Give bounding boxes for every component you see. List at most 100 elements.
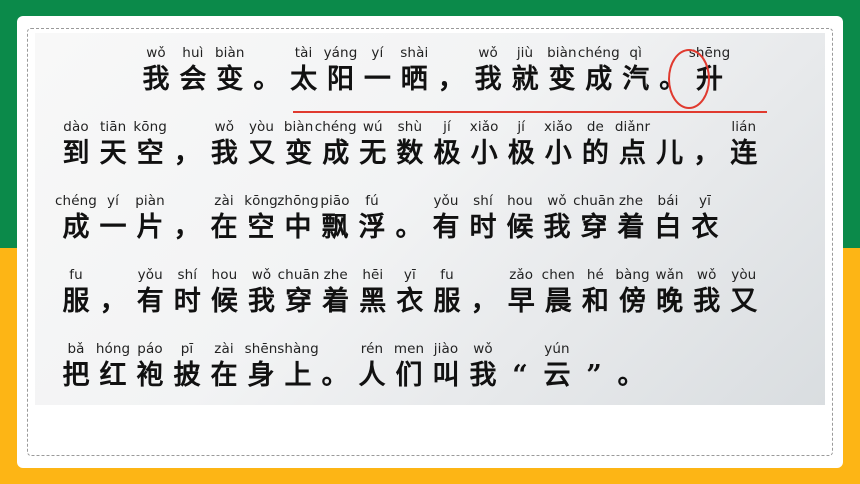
hanzi-character: 变	[216, 64, 244, 95]
hanzi-character: 极	[507, 138, 535, 169]
hanzi-character: 早	[507, 286, 535, 317]
hanzi-character: 衣	[396, 286, 424, 317]
red-underline-annotation	[293, 111, 767, 113]
char-cell: shài 晒	[396, 45, 432, 113]
hanzi-character: 。	[321, 360, 349, 391]
hanzi-character: 服	[62, 286, 90, 317]
hanzi-character: 晨	[544, 286, 572, 317]
char-cell: fú 浮	[354, 193, 390, 261]
hanzi-character: ”	[586, 360, 602, 391]
hanzi-character: ，	[470, 286, 498, 317]
hanzi-character: 的	[581, 138, 609, 169]
char-cell: wǒ 我	[465, 341, 501, 405]
pinyin-label: yòu	[731, 267, 757, 283]
hanzi-character: 小	[470, 138, 498, 169]
text-line-3: chéng 成 yí 一 piàn 片， zài 在 kōng 空 zhōng 中 piāo 飘 fú 浮。 y…	[35, 193, 825, 261]
hanzi-character: 有	[432, 212, 460, 243]
hanzi-character: 小	[544, 138, 572, 169]
hanzi-character: 袍	[136, 360, 164, 391]
char-cell: lián 连	[726, 119, 762, 187]
char-cell: 。	[613, 341, 649, 405]
hanzi-character: 们	[395, 360, 423, 391]
hanzi-character: 有	[136, 286, 164, 317]
hanzi-character: ，	[99, 286, 127, 317]
hanzi-character: 叫	[432, 360, 460, 391]
hanzi-character: 空	[136, 138, 164, 169]
hanzi-character: 一	[363, 64, 391, 95]
hanzi-character: 我	[693, 286, 721, 317]
hanzi-character: 人	[358, 360, 386, 391]
hanzi-character: 时	[469, 212, 497, 243]
char-cell: qì 汽	[618, 45, 654, 113]
hanzi-character: 点	[619, 138, 646, 169]
hanzi-character: 上	[284, 360, 312, 391]
text-line-4: fu 服， yǒu 有 shí 时 hou 候 wǒ 我 chuān 穿 zhe 着 hēi 黑 yī 衣 fu 服，…	[35, 267, 825, 335]
hanzi-character: ，	[693, 138, 721, 169]
char-cell: diǎnr 点	[615, 119, 651, 187]
hanzi-character: 变	[285, 138, 313, 169]
hanzi-character: 连	[730, 138, 758, 169]
hanzi-character: 时	[173, 286, 201, 317]
hanzi-character: 阳	[327, 64, 354, 95]
hanzi-character: “	[512, 360, 528, 391]
hanzi-character: 着	[322, 286, 350, 317]
hanzi-character: 。	[617, 360, 645, 391]
hanzi-character: 中	[284, 212, 312, 243]
hanzi-character: 数	[396, 138, 424, 169]
hanzi-character: 着	[617, 212, 645, 243]
hanzi-character: 又	[730, 286, 758, 317]
hanzi-character: 身	[247, 360, 275, 391]
hanzi-character: 我	[142, 64, 170, 95]
text-line-2: dào 到 tiān 天 kōng 空， wǒ 我 yòu 又 biàn 变 chéng 成 wú 无 shù 数…	[35, 119, 825, 187]
char-cell: ”	[576, 341, 612, 405]
hanzi-character: 成	[585, 64, 613, 95]
hanzi-character: 黑	[359, 286, 387, 317]
hanzi-character: 在	[210, 360, 238, 391]
pinyin-label: yī	[699, 193, 711, 209]
hanzi-character: 云	[543, 360, 571, 391]
hanzi-character: 我	[543, 212, 571, 243]
hanzi-character: 在	[210, 212, 238, 243]
hanzi-character: 无	[359, 138, 387, 169]
hanzi-character: 我	[210, 138, 238, 169]
hanzi-character: ，	[173, 138, 201, 169]
hanzi-character: 飘	[321, 212, 349, 243]
hanzi-character: 天	[99, 138, 127, 169]
hanzi-character: 太	[290, 64, 318, 95]
hanzi-character: 儿	[656, 138, 684, 169]
text-line-5: bǎ 把 hóng 红 páo 袍 pī 披 zài 在 shēn 身 shàng 上。 rén 人 men 们 j…	[35, 341, 825, 405]
hanzi-character: 候	[210, 286, 238, 317]
hanzi-character: 把	[62, 360, 90, 391]
char-cell: yún 云	[539, 341, 575, 405]
hanzi-character: 傍	[619, 286, 646, 317]
hanzi-character: 又	[248, 138, 275, 169]
hanzi-character: 片	[136, 212, 164, 243]
hanzi-character: 衣	[691, 212, 719, 243]
hanzi-character: 空	[247, 212, 275, 243]
hanzi-character: 。	[253, 64, 281, 95]
char-cell: yòu 又	[726, 267, 762, 335]
red-circle-annotation	[668, 49, 710, 109]
hanzi-character: 穿	[285, 286, 313, 317]
char-cell: 儿	[652, 119, 688, 187]
char-cell: kōng 空	[132, 119, 168, 187]
char-cell: biàn 变	[212, 45, 248, 113]
hanzi-character: 和	[581, 286, 609, 317]
hanzi-character: 穿	[580, 212, 608, 243]
hanzi-character: 变	[548, 64, 576, 95]
hanzi-character: 就	[511, 64, 539, 95]
pinyin-label: lián	[731, 119, 757, 135]
hanzi-character: 到	[62, 138, 90, 169]
hanzi-character: 红	[99, 360, 127, 391]
char-cell: shàng 上	[277, 341, 318, 405]
hanzi-character: 白	[654, 212, 682, 243]
hanzi-character: ，	[173, 212, 201, 243]
textbook-passage: wǒ 我 huì 会 biàn 变。 tài 太 yáng 阳 yí 一 shài 晒， wǒ 我 jiù 就 bi…	[35, 33, 825, 405]
char-cell: piàn 片	[132, 193, 168, 261]
hanzi-character: 晚	[656, 286, 684, 317]
hanzi-character: 服	[433, 286, 461, 317]
hanzi-character: 成	[322, 138, 350, 169]
hanzi-character: 汽	[622, 64, 650, 95]
hanzi-character: 披	[173, 360, 201, 391]
char-cell: fu 服	[429, 267, 465, 335]
